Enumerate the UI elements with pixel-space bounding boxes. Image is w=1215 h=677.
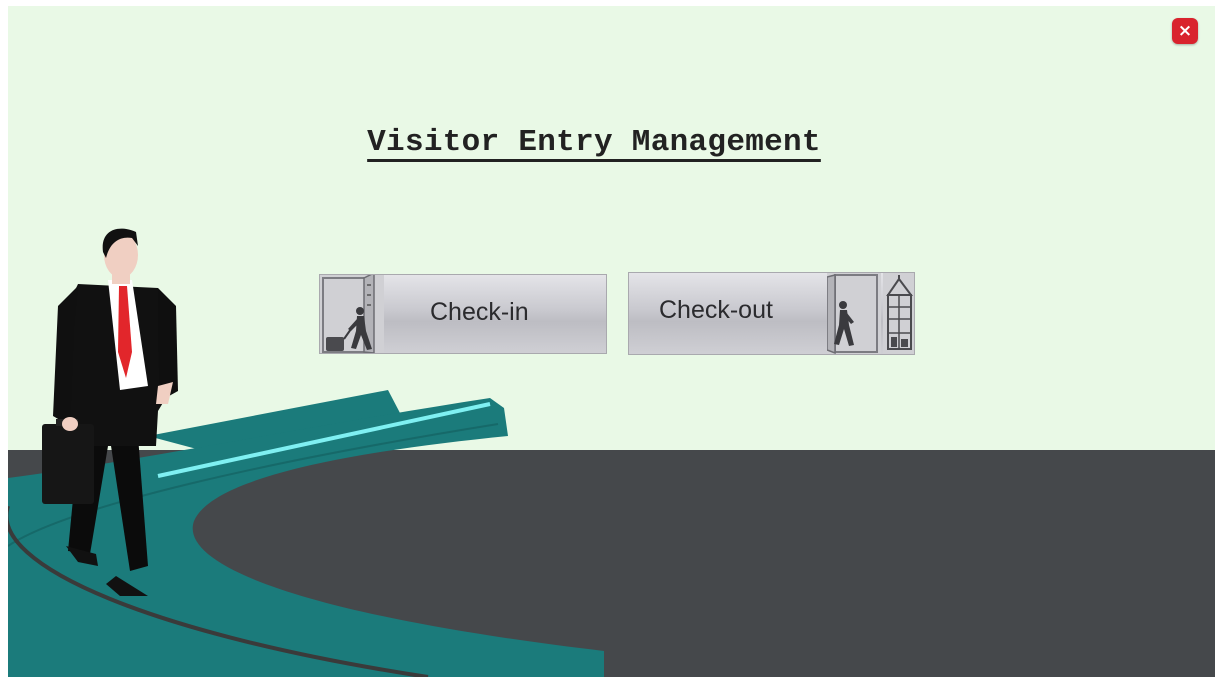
page-title: Visitor Entry Management <box>367 125 821 160</box>
wall-background <box>8 6 1215 450</box>
check-in-button[interactable]: Check-in <box>319 274 607 354</box>
door-walking-person-icon <box>827 273 881 354</box>
close-button[interactable]: × <box>1172 18 1198 44</box>
check-out-button[interactable]: Check-out <box>628 272 915 355</box>
cabinet-icon <box>883 273 914 354</box>
close-icon: × <box>1177 21 1193 41</box>
check-in-label: Check-in <box>430 298 529 326</box>
app-window: × Visitor Entry Management Check-in Chec… <box>8 6 1215 677</box>
briefcase <box>42 424 94 504</box>
background-scene <box>8 6 1215 677</box>
door-walking-person-icon <box>320 275 384 353</box>
check-out-label: Check-out <box>659 296 773 324</box>
